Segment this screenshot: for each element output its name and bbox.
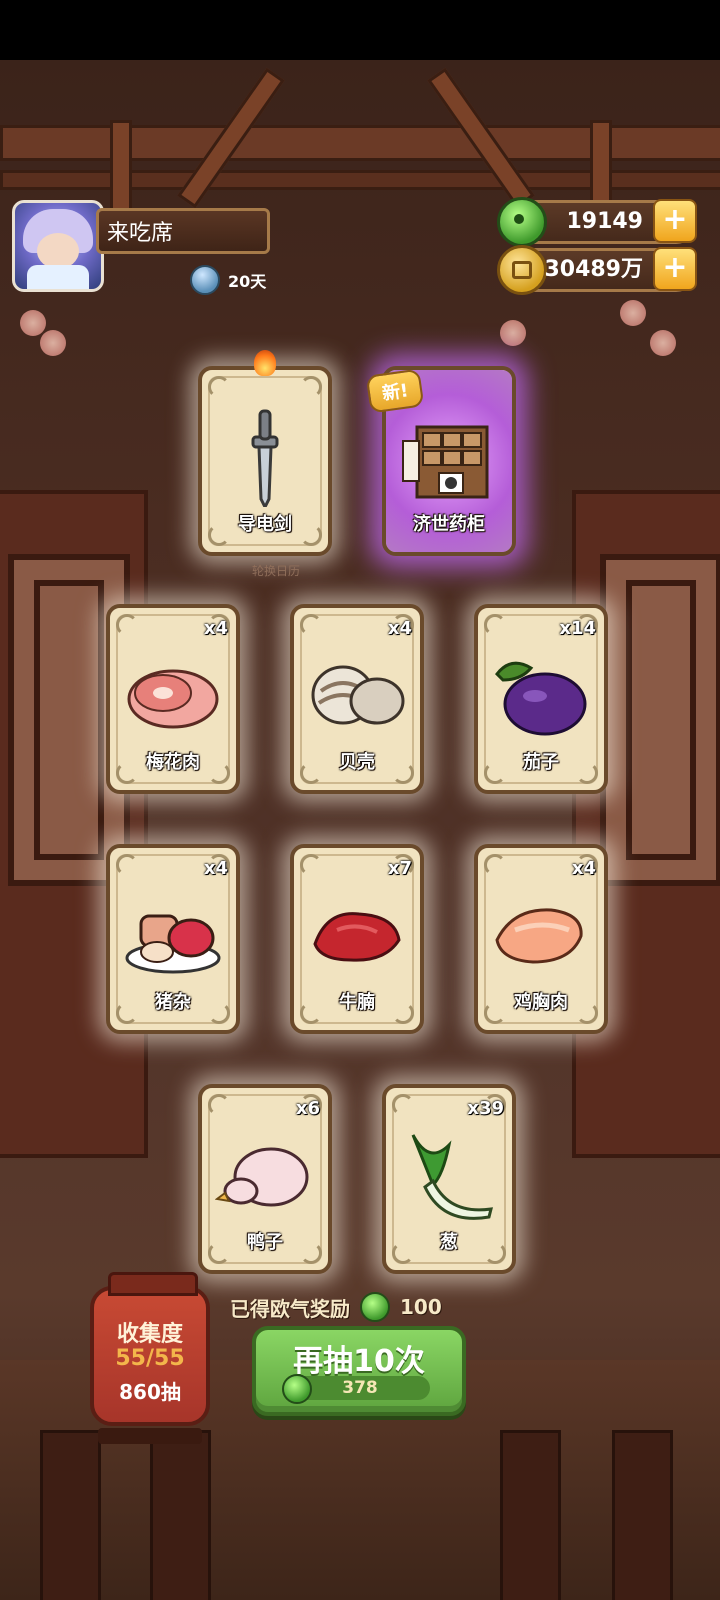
card-corner (484, 854, 506, 876)
card-label: 牛腩 (339, 992, 375, 1013)
coin-icon (497, 245, 547, 295)
card-chicken-breast[interactable]: x4 鸡胸肉 (474, 844, 608, 1034)
jade-currency: 19149 + (497, 197, 697, 247)
pork-offal-icon (125, 914, 221, 974)
card-scallion[interactable]: x39 葱 (382, 1084, 516, 1274)
jade-icon (497, 197, 547, 247)
card-count: x7 (387, 858, 412, 879)
scallion-icon (411, 1134, 493, 1221)
card-count: x4 (387, 618, 412, 639)
roof-beam (0, 125, 720, 161)
card-count: x4 (203, 618, 228, 639)
jade-icon (360, 1292, 390, 1322)
shell-icon (311, 665, 405, 725)
lantern-cap (108, 1272, 198, 1296)
card-label: 导电剑 (238, 514, 292, 535)
card-duck[interactable]: x6 鸭子 (198, 1084, 332, 1274)
draw-button-label: 再抽10次 (293, 1344, 425, 1379)
fence-post (150, 1430, 211, 1600)
card-corner (300, 376, 322, 398)
left-door (0, 490, 148, 1158)
eggplant-icon (495, 662, 587, 736)
days-label: 20天 (228, 272, 267, 291)
status-bar (0, 0, 720, 60)
collection-progress: 55/55 (115, 1346, 185, 1371)
pork-icon (127, 669, 219, 729)
avatar-body (27, 265, 89, 289)
fence-post (612, 1430, 673, 1600)
coin-currency: 30489万 + (497, 245, 697, 295)
card-pork[interactable]: x4 梅花肉 (106, 604, 240, 794)
card-label: 葱 (440, 1232, 458, 1253)
card-corner (300, 854, 322, 876)
card-corner (116, 854, 138, 876)
draw-again-button[interactable]: 再抽10次 378 (252, 1326, 466, 1416)
avatar-face (37, 233, 79, 269)
roof-beam-lower (0, 170, 720, 190)
card-count: x6 (295, 1098, 320, 1119)
card-count: x14 (559, 618, 596, 639)
card-medicine-cabinet[interactable]: 新! 济世药柜 (365, 366, 516, 556)
blossom-decoration (500, 320, 526, 346)
card-beef[interactable]: x7 牛腩 (290, 844, 424, 1034)
card-corner (300, 614, 322, 636)
flame-icon (254, 350, 276, 376)
rotation-calendar-label: 轮换日历 (252, 564, 301, 578)
jade-icon (282, 1374, 312, 1404)
collection-title: 收集度 (116, 1322, 183, 1347)
card-corner (484, 614, 506, 636)
card-count: x39 (467, 1098, 504, 1119)
card-shell[interactable]: x4 贝壳 (290, 604, 424, 794)
blossom-decoration (40, 330, 66, 356)
card-label: 茄子 (523, 752, 559, 773)
jade-value: 19149 (566, 209, 643, 234)
card-label: 鸭子 (247, 1232, 283, 1253)
fence-post (500, 1430, 561, 1600)
card-label: 济世药柜 (413, 514, 485, 535)
card-label: 鸡胸肉 (514, 992, 568, 1013)
right-door (572, 490, 720, 1158)
bonus-reward: 已得欧气奖励 100 (230, 1290, 442, 1324)
sword-icon (251, 409, 279, 508)
draw-cost-value: 378 (342, 1378, 378, 1398)
card-pork-offal[interactable]: x4 猪杂 (106, 844, 240, 1034)
blossom-decoration (650, 330, 676, 356)
player-name: 来吃席 (96, 208, 270, 254)
card-label: 贝壳 (339, 752, 375, 773)
globe-icon (190, 265, 220, 295)
card-corner (208, 376, 230, 398)
door-lattice (600, 554, 720, 886)
card-count: x4 (203, 858, 228, 879)
blossom-decoration (620, 300, 646, 326)
chicken-breast-icon (495, 908, 583, 964)
lantern-stand (98, 1428, 202, 1444)
beef-icon (313, 912, 401, 962)
card-label: 猪杂 (155, 992, 191, 1013)
card-eggplant[interactable]: x14 茄子 (474, 604, 608, 794)
fence-post (40, 1430, 101, 1600)
card-count: x4 (571, 858, 596, 879)
collection-lantern[interactable]: 收集度 55/55 860抽 (90, 1272, 210, 1444)
collection-draws: 860抽 (119, 1380, 181, 1404)
card-label: 梅花肉 (146, 752, 200, 773)
medicine-cabinet-icon (402, 425, 489, 499)
card-sword[interactable]: 导电剑 (198, 350, 332, 556)
card-corner (116, 614, 138, 636)
add-coins-button[interactable]: + (653, 247, 697, 291)
bonus-label: 已得欧气奖励 (230, 1296, 350, 1321)
card-corner (392, 1094, 414, 1116)
duck-icon (215, 1147, 309, 1207)
bonus-value: 100 (400, 1295, 442, 1319)
draw-cost: 378 (282, 1374, 430, 1404)
blossom-decoration (20, 310, 46, 336)
player-avatar[interactable] (12, 200, 104, 292)
coin-value: 30489万 (544, 257, 643, 282)
card-corner (208, 1094, 230, 1116)
days-counter: 20天 (190, 265, 267, 295)
add-jade-button[interactable]: + (653, 199, 697, 243)
